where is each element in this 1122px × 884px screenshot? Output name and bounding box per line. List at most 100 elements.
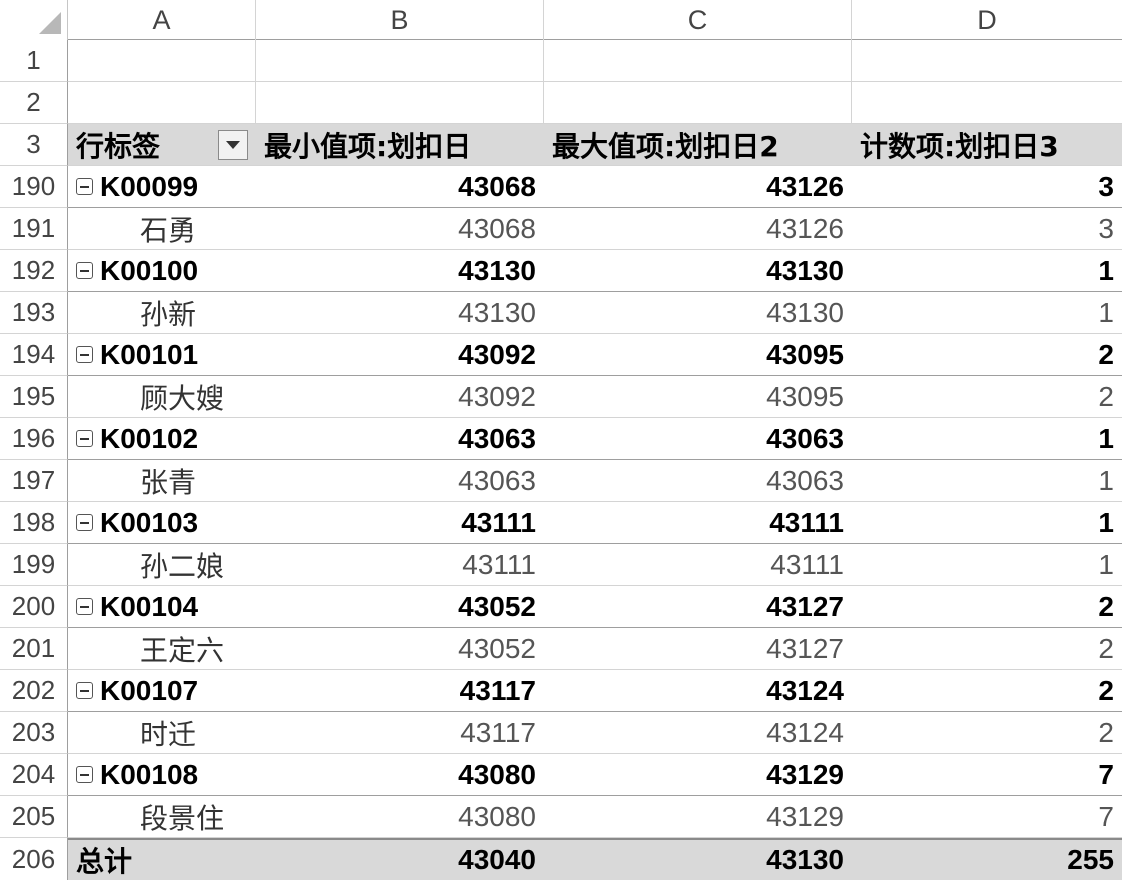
count-value[interactable]: 3	[852, 208, 1122, 250]
max-value[interactable]: 43126	[544, 166, 852, 208]
max-value[interactable]: 43126	[544, 208, 852, 250]
grand-total-label[interactable]: 总计	[68, 838, 256, 880]
row-number[interactable]: 197	[0, 460, 68, 502]
row-number[interactable]: 199	[0, 544, 68, 586]
cell[interactable]	[852, 82, 1122, 124]
column-header-a[interactable]: A	[68, 0, 256, 40]
count-value[interactable]: 2	[852, 628, 1122, 670]
row-number[interactable]: 201	[0, 628, 68, 670]
row-number[interactable]: 190	[0, 166, 68, 208]
row-number[interactable]: 3	[0, 124, 68, 166]
min-value[interactable]: 43111	[256, 544, 544, 586]
cell[interactable]	[256, 82, 544, 124]
group-label-cell[interactable]: K00099	[68, 166, 256, 208]
row-number[interactable]: 205	[0, 796, 68, 838]
row-number[interactable]: 194	[0, 334, 68, 376]
min-value[interactable]: 43130	[256, 250, 544, 292]
min-value[interactable]: 43092	[256, 376, 544, 418]
count-value[interactable]: 1	[852, 460, 1122, 502]
min-header[interactable]: 最小值项:划扣日	[256, 124, 544, 166]
row-number[interactable]: 1	[0, 40, 68, 82]
collapse-icon[interactable]	[76, 262, 93, 279]
max-value[interactable]: 43129	[544, 796, 852, 838]
count-value[interactable]: 1	[852, 250, 1122, 292]
collapse-icon[interactable]	[76, 178, 93, 195]
collapse-icon[interactable]	[76, 766, 93, 783]
count-value[interactable]: 2	[852, 376, 1122, 418]
count-value[interactable]: 7	[852, 796, 1122, 838]
count-value[interactable]: 1	[852, 502, 1122, 544]
cell[interactable]	[544, 40, 852, 82]
cell[interactable]	[68, 82, 256, 124]
grand-total-count[interactable]: 255	[852, 838, 1122, 880]
group-label-cell[interactable]: K00103	[68, 502, 256, 544]
person-name[interactable]: 段景住	[68, 796, 256, 838]
row-number[interactable]: 193	[0, 292, 68, 334]
cell[interactable]	[544, 82, 852, 124]
count-value[interactable]: 7	[852, 754, 1122, 796]
group-label-cell[interactable]: K00107	[68, 670, 256, 712]
min-value[interactable]: 43063	[256, 418, 544, 460]
column-header-c[interactable]: C	[544, 0, 852, 40]
min-value[interactable]: 43092	[256, 334, 544, 376]
min-value[interactable]: 43063	[256, 460, 544, 502]
min-value[interactable]: 43117	[256, 712, 544, 754]
max-value[interactable]: 43063	[544, 418, 852, 460]
collapse-icon[interactable]	[76, 514, 93, 531]
max-value[interactable]: 43111	[544, 502, 852, 544]
min-value[interactable]: 43130	[256, 292, 544, 334]
cell[interactable]	[68, 40, 256, 82]
max-value[interactable]: 43129	[544, 754, 852, 796]
row-number[interactable]: 2	[0, 82, 68, 124]
min-value[interactable]: 43068	[256, 166, 544, 208]
collapse-icon[interactable]	[76, 598, 93, 615]
person-name[interactable]: 时迁	[68, 712, 256, 754]
person-name[interactable]: 孙新	[68, 292, 256, 334]
column-header-d[interactable]: D	[852, 0, 1122, 40]
row-number[interactable]: 196	[0, 418, 68, 460]
cell[interactable]	[256, 40, 544, 82]
count-value[interactable]: 1	[852, 544, 1122, 586]
max-value[interactable]: 43127	[544, 628, 852, 670]
count-value[interactable]: 1	[852, 418, 1122, 460]
person-name[interactable]: 张青	[68, 460, 256, 502]
person-name[interactable]: 王定六	[68, 628, 256, 670]
group-label-cell[interactable]: K00100	[68, 250, 256, 292]
max-value[interactable]: 43095	[544, 334, 852, 376]
select-all-corner[interactable]	[0, 0, 68, 40]
max-value[interactable]: 43130	[544, 292, 852, 334]
max-header[interactable]: 最大值项:划扣日2	[544, 124, 852, 166]
min-value[interactable]: 43117	[256, 670, 544, 712]
person-name[interactable]: 孙二娘	[68, 544, 256, 586]
max-value[interactable]: 43111	[544, 544, 852, 586]
row-number[interactable]: 195	[0, 376, 68, 418]
row-number[interactable]: 200	[0, 586, 68, 628]
row-number[interactable]: 192	[0, 250, 68, 292]
count-value[interactable]: 2	[852, 670, 1122, 712]
max-value[interactable]: 43095	[544, 376, 852, 418]
count-value[interactable]: 2	[852, 712, 1122, 754]
person-name[interactable]: 顾大嫂	[68, 376, 256, 418]
grand-total-min[interactable]: 43040	[256, 838, 544, 880]
min-value[interactable]: 43068	[256, 208, 544, 250]
max-value[interactable]: 43124	[544, 712, 852, 754]
count-value[interactable]: 1	[852, 292, 1122, 334]
group-label-cell[interactable]: K00102	[68, 418, 256, 460]
row-number[interactable]: 202	[0, 670, 68, 712]
count-value[interactable]: 2	[852, 334, 1122, 376]
count-header[interactable]: 计数项:划扣日3	[852, 124, 1122, 166]
row-number[interactable]: 203	[0, 712, 68, 754]
min-value[interactable]: 43080	[256, 754, 544, 796]
row-number[interactable]: 206	[0, 838, 68, 880]
min-value[interactable]: 43111	[256, 502, 544, 544]
column-header-b[interactable]: B	[256, 0, 544, 40]
cell[interactable]	[852, 40, 1122, 82]
collapse-icon[interactable]	[76, 430, 93, 447]
collapse-icon[interactable]	[76, 346, 93, 363]
grand-total-max[interactable]: 43130	[544, 838, 852, 880]
group-label-cell[interactable]: K00108	[68, 754, 256, 796]
count-value[interactable]: 3	[852, 166, 1122, 208]
filter-dropdown-button[interactable]	[218, 129, 248, 160]
max-value[interactable]: 43063	[544, 460, 852, 502]
count-value[interactable]: 2	[852, 586, 1122, 628]
